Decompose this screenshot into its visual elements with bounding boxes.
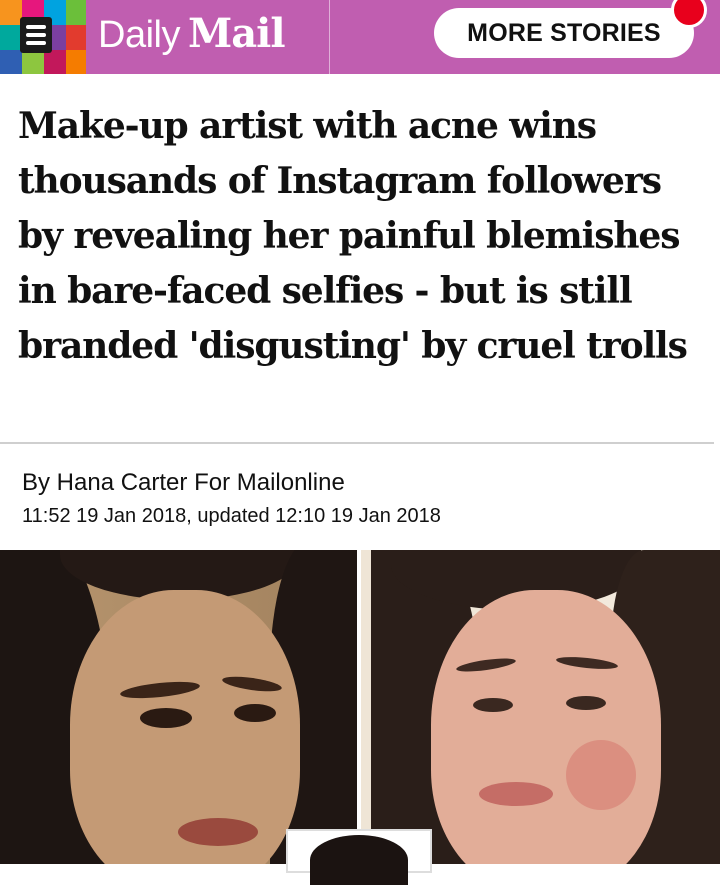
- site-header: Daily Mail MORE STORIES: [0, 0, 720, 74]
- menu-tile: [0, 0, 22, 25]
- eye-shape: [234, 704, 276, 722]
- article-byline[interactable]: By Hana Carter For Mailonline: [22, 469, 345, 497]
- article-photo-barefaced[interactable]: [361, 550, 720, 864]
- menu-button[interactable]: [0, 0, 86, 74]
- daily-mail-logo[interactable]: Daily Mail: [98, 10, 286, 60]
- logo-daily: Daily: [98, 14, 180, 56]
- lips-shape: [479, 782, 553, 806]
- article-dateline: 11:52 19 Jan 2018, updated 12:10 19 Jan …: [22, 505, 441, 527]
- menu-tile: [44, 50, 66, 74]
- menu-tile: [22, 50, 44, 74]
- menu-tile: [66, 0, 86, 25]
- cheek-blemish-shape: [566, 740, 636, 810]
- header-divider: [329, 0, 330, 74]
- menu-tile: [0, 25, 22, 50]
- eye-shape: [140, 708, 192, 728]
- inset-thumbnail[interactable]: [286, 829, 432, 885]
- logo-mail: Mail: [187, 10, 286, 57]
- headline-divider: [0, 442, 714, 444]
- lips-shape: [178, 818, 258, 846]
- menu-tile: [66, 25, 86, 50]
- article-headline: Make-up artist with acne wins thousands …: [18, 105, 688, 367]
- face-shape: [431, 590, 661, 864]
- more-stories-button[interactable]: MORE STORIES: [434, 8, 694, 58]
- hamburger-menu-icon: [20, 17, 52, 53]
- eye-shape: [566, 696, 606, 710]
- eye-shape: [473, 698, 513, 712]
- menu-tile: [66, 50, 86, 74]
- inset-hair-shape: [310, 835, 408, 885]
- article-photo-makeup[interactable]: [0, 550, 357, 864]
- menu-tile: [0, 50, 22, 74]
